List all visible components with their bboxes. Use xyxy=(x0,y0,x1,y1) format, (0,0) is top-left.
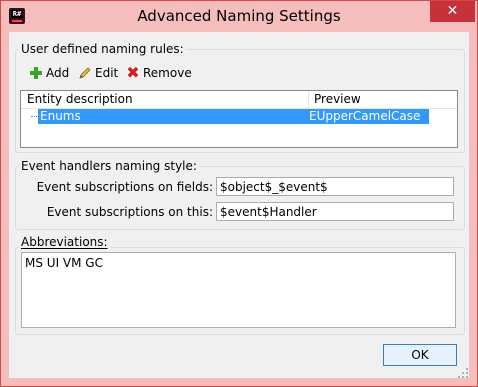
edit-button-label: Edit xyxy=(95,66,119,80)
naming-rules-legend: User defined naming rules: xyxy=(19,42,186,56)
close-icon: ✕ xyxy=(446,3,459,19)
ok-button-label: OK xyxy=(411,348,429,362)
fields-input[interactable]: $object$_$event$ xyxy=(216,177,454,196)
pencil-icon xyxy=(78,66,92,80)
this-input[interactable]: $event$Handler xyxy=(216,202,454,221)
remove-button-label: Remove xyxy=(143,66,192,80)
remove-button[interactable]: ✖ Remove xyxy=(126,63,192,82)
window-title: Advanced Naming Settings xyxy=(137,7,341,25)
abbreviations-legend: Abbreviations: xyxy=(19,235,110,249)
column-header-preview[interactable]: Preview xyxy=(314,92,361,106)
add-plus-icon xyxy=(29,66,43,80)
abbreviations-legend-text: Abbreviations: xyxy=(21,235,108,249)
this-label: Event subscriptions on this: xyxy=(46,205,213,219)
list-row[interactable]: Enums EUpperCamelCase xyxy=(21,109,457,124)
ok-button[interactable]: OK xyxy=(383,344,457,366)
add-button[interactable]: Add xyxy=(29,66,69,80)
row-entity-cell[interactable]: Enums xyxy=(38,109,308,124)
dialog-content: User defined naming rules: Add Edit ✖ Re… xyxy=(9,32,469,378)
title-bar[interactable]: R# Advanced Naming Settings ✕ xyxy=(1,1,477,32)
remove-x-icon: ✖ xyxy=(126,63,140,82)
naming-rules-list[interactable]: Entity description Preview Enums EUpperC… xyxy=(20,90,458,148)
row-preview-cell[interactable]: EUpperCamelCase xyxy=(308,109,429,124)
edit-button[interactable]: Edit xyxy=(78,66,118,80)
event-handlers-legend: Event handlers naming style: xyxy=(19,159,199,173)
abbreviations-textarea[interactable]: MS UI VM GC xyxy=(21,252,456,328)
column-header-entity[interactable]: Entity description xyxy=(27,92,133,106)
fields-label: Event subscriptions on fields: xyxy=(36,180,213,194)
add-button-label: Add xyxy=(46,66,70,80)
resize-grip-icon[interactable] xyxy=(458,368,468,378)
tree-connector xyxy=(31,116,37,117)
close-button[interactable]: ✕ xyxy=(430,1,475,22)
dialog-window: R# Advanced Naming Settings ✕ User defin… xyxy=(0,0,478,387)
list-header: Entity description Preview xyxy=(21,91,457,109)
